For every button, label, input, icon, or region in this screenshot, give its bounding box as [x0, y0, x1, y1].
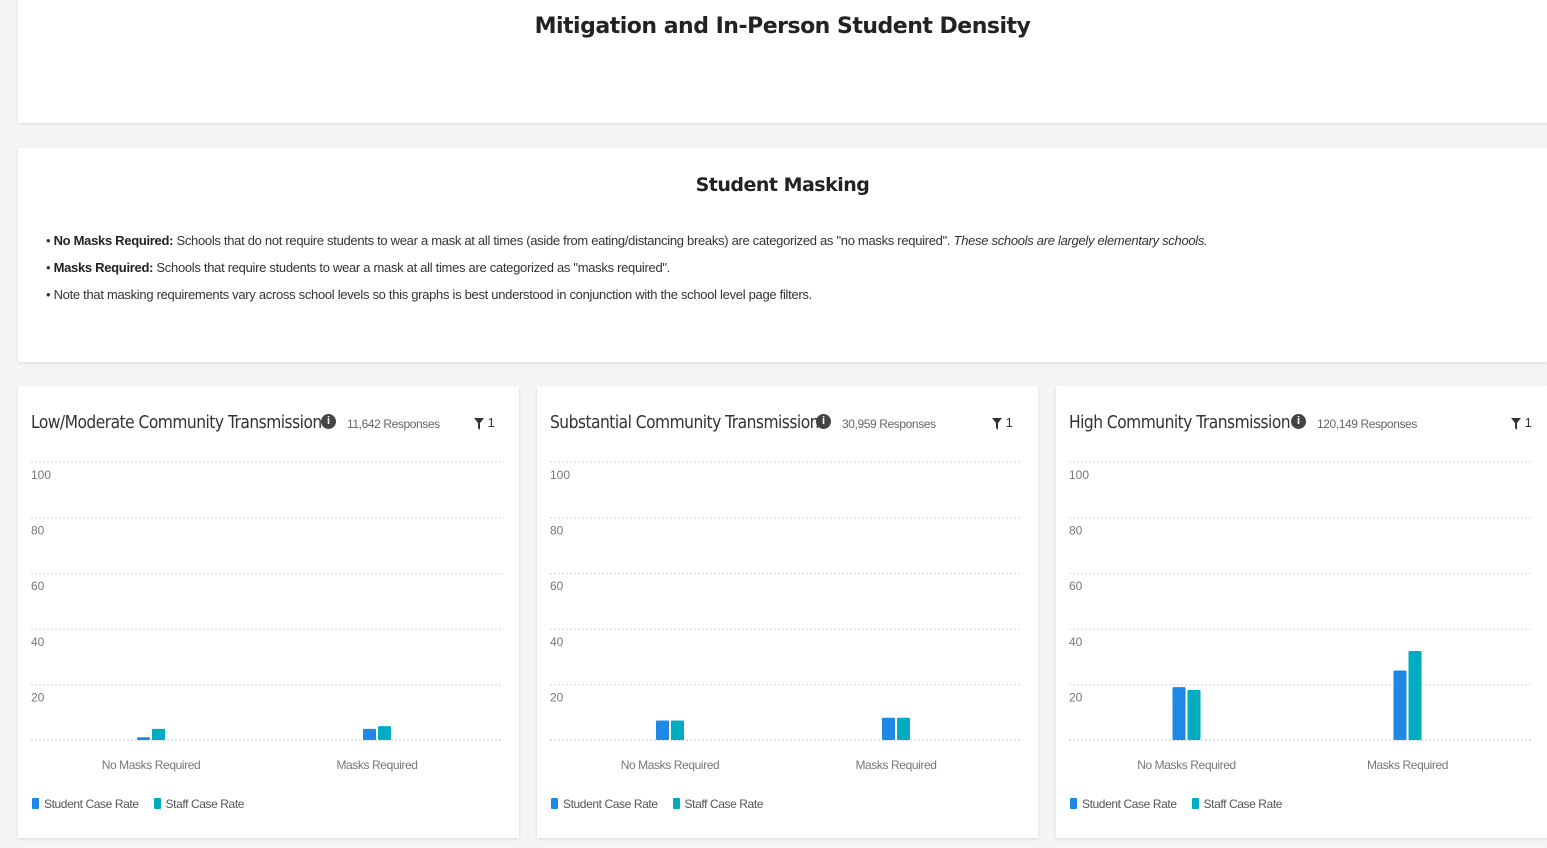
legend-item-staff[interactable]: Staff Case Rate: [153, 797, 245, 811]
bullet-no-masks-note: These schools are largely elementary sch…: [953, 233, 1208, 248]
bar-staff: [1187, 689, 1201, 740]
legend-item-student[interactable]: Student Case Rate: [551, 797, 658, 811]
y-tick-label: 80: [1069, 524, 1083, 538]
y-tick-label: 100: [1069, 468, 1089, 482]
legend-swatch: [1191, 798, 1199, 809]
y-tick-label: 20: [31, 690, 45, 704]
bullet-no-masks-label: No Masks Required:: [53, 233, 174, 248]
y-tick-label: 40: [550, 635, 564, 649]
bullet-masks: Masks Required: Schools that require stu…: [46, 259, 1207, 277]
bullet-masks-label: Masks Required:: [53, 260, 154, 275]
bar-staff: [897, 717, 910, 740]
legend-label: Staff Case Rate: [1203, 797, 1283, 811]
chart-card-substantial: Substantial Community Transmission i 30,…: [537, 386, 1038, 838]
legend-label: Staff Case Rate: [165, 797, 245, 811]
bar-student: [656, 720, 669, 740]
legend-label: Staff Case Rate: [684, 797, 764, 811]
bar-staff: [1408, 651, 1422, 740]
masking-info-title: Student Masking: [695, 174, 870, 196]
y-tick-label: 40: [1069, 635, 1083, 649]
y-tick-label: 20: [1069, 690, 1083, 704]
legend-item-student[interactable]: Student Case Rate: [1070, 797, 1177, 811]
chart-card-low-moderate: Low/Moderate Community Transmission i 11…: [18, 386, 519, 838]
legend-label: Student Case Rate: [563, 797, 658, 811]
legend-item-student[interactable]: Student Case Rate: [32, 797, 139, 811]
bar-student: [363, 728, 376, 740]
page-title: Mitigation and In-Person Student Density: [534, 14, 1031, 39]
y-tick-label: 100: [550, 468, 570, 482]
y-tick-label: 80: [31, 524, 45, 538]
legend-swatch: [1070, 798, 1077, 809]
chart-card-high: High Community Transmission i 120,149 Re…: [1056, 386, 1547, 838]
y-tick-label: 60: [31, 579, 45, 593]
bar-staff: [378, 726, 391, 740]
x-tick-label: Masks Required: [855, 758, 936, 772]
bar-chart: 100 80 60 40 20 No Masks Required Masks Requir…: [31, 461, 503, 772]
y-tick-label: 80: [550, 524, 564, 538]
y-tick-label: 60: [550, 579, 564, 593]
bullet-note: Note that masking requirements vary acro…: [46, 286, 1207, 304]
masking-info-card: Student Masking No Masks Required: Schoo…: [18, 148, 1547, 362]
bar-student: [882, 717, 895, 740]
legend-swatch: [32, 798, 39, 809]
x-tick-label: No Masks Required: [621, 758, 720, 772]
bar-chart: 100 80 60 40 20 No Masks Required Masks Requir…: [550, 461, 1022, 772]
legend-swatch: [153, 798, 161, 809]
bar-student: [1393, 670, 1407, 740]
y-tick-label: 100: [31, 468, 51, 482]
chart-legend: Student Case Rate Staff Case Rate: [551, 797, 775, 811]
legend-item-staff[interactable]: Staff Case Rate: [1191, 797, 1283, 811]
y-tick-label: 40: [31, 635, 45, 649]
chart-legend: Student Case Rate Staff Case Rate: [1070, 797, 1294, 811]
y-tick-label: 20: [550, 690, 564, 704]
legend-swatch: [551, 798, 558, 809]
bar-student: [1172, 687, 1186, 740]
bar-staff: [671, 720, 684, 740]
legend-label: Student Case Rate: [1082, 797, 1177, 811]
legend-item-staff[interactable]: Staff Case Rate: [672, 797, 764, 811]
bullet-no-masks: No Masks Required: Schools that do not r…: [46, 232, 1208, 250]
x-tick-label: Masks Required: [336, 758, 417, 772]
bullet-note-text: Note that masking requirements vary acro…: [53, 287, 813, 302]
bullet-no-masks-text: Schools that do not require students to …: [173, 233, 954, 248]
bar-student: [137, 737, 150, 740]
x-tick-label: Masks Required: [1367, 758, 1448, 772]
bar-chart: 100 80 60 40 20 No Masks Required Masks Requir…: [1069, 461, 1531, 772]
x-tick-label: No Masks Required: [102, 758, 201, 772]
legend-label: Student Case Rate: [44, 797, 139, 811]
bar-staff: [152, 728, 165, 740]
section-header-card: Mitigation and In-Person Student Density: [18, 0, 1547, 123]
masking-info-list: No Masks Required: Schools that do not r…: [46, 232, 1208, 313]
chart-legend: Student Case Rate Staff Case Rate: [32, 797, 256, 811]
x-tick-label: No Masks Required: [1137, 758, 1236, 772]
legend-swatch: [672, 798, 680, 809]
bullet-masks-text: Schools that require students to wear a …: [153, 260, 670, 275]
y-tick-label: 60: [1069, 579, 1083, 593]
